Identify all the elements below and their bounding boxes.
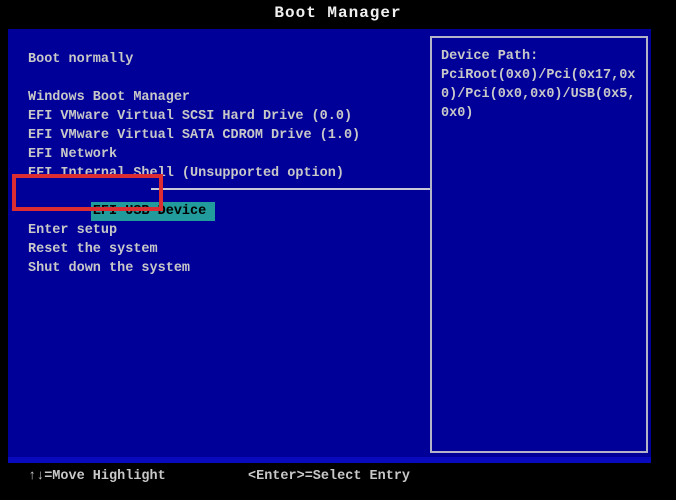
device-path-value: PciRoot(0x0)/Pci(0x17,0x0)/Pci(0x0,0x0)/…: [441, 66, 639, 123]
menu-item-reset-system[interactable]: Reset the system: [28, 240, 360, 259]
page-title: Boot Manager: [0, 0, 676, 29]
menu-group-gap: [28, 69, 360, 88]
menu-item-boot-normally[interactable]: Boot normally: [28, 50, 360, 69]
boot-menu: Boot normally Windows Boot Manager EFI V…: [28, 50, 360, 278]
annotation-box: [12, 174, 163, 211]
menu-item-windows-boot-manager[interactable]: Windows Boot Manager: [28, 88, 360, 107]
menu-item-enter-setup[interactable]: Enter setup: [28, 221, 360, 240]
separator-line: [151, 188, 430, 190]
select-entry-hint: <Enter>=Select Entry: [248, 467, 410, 486]
menu-item-shut-down-system[interactable]: Shut down the system: [28, 259, 360, 278]
menu-item-efi-scsi-hard-drive[interactable]: EFI VMware Virtual SCSI Hard Drive (0.0): [28, 107, 360, 126]
menu-item-efi-network[interactable]: EFI Network: [28, 145, 360, 164]
boot-menu-panel: Boot normally Windows Boot Manager EFI V…: [8, 29, 651, 463]
menu-item-efi-sata-cdrom-drive[interactable]: EFI VMware Virtual SATA CDROM Drive (1.0…: [28, 126, 360, 145]
footer-help-bar: ↑↓=Move Highlight <Enter>=Select Entry: [0, 463, 676, 500]
move-highlight-hint: ↑↓=Move Highlight: [28, 467, 166, 486]
boot-manager-screen: Boot Manager Boot normally Windows Boot …: [0, 0, 676, 500]
device-path-heading: Device Path:: [441, 47, 639, 66]
device-path-panel: Device Path: PciRoot(0x0)/Pci(0x17,0x0)/…: [430, 36, 648, 453]
